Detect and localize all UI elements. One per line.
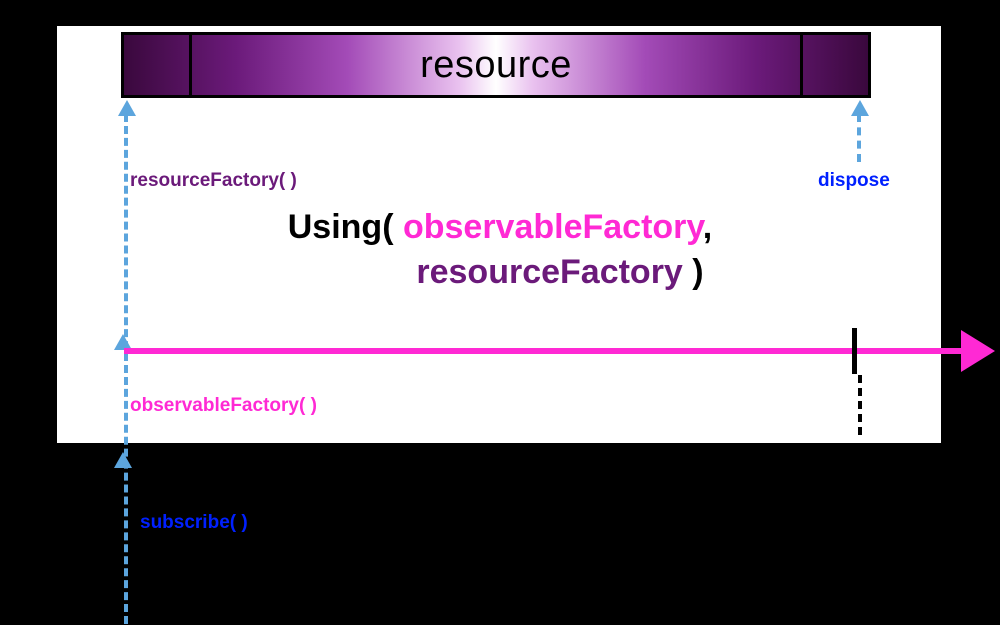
title-comma: , [703, 208, 712, 246]
label-subscribe: subscribe( ) [140, 512, 248, 534]
dispose-arrow-line [857, 114, 861, 162]
resource-bar-divider-right [800, 35, 803, 95]
label-dispose: dispose [818, 170, 890, 192]
label-resource-factory: resourceFactory( ) [130, 170, 297, 192]
arrow-up-icon [114, 452, 132, 468]
resource-label: resource [420, 44, 572, 87]
label-observable-factory: observableFactory( ) [130, 395, 317, 417]
resource-bar-divider-left [189, 35, 192, 95]
title-prefix: Using( [288, 208, 403, 246]
operator-title: Using( observableFactory, resourceFactor… [0, 208, 1000, 292]
post-complete-dash [858, 375, 862, 435]
title-arg2: resourceFactory [416, 253, 682, 291]
subscribe-arrow-line [124, 114, 128, 624]
diagram-canvas: resource resourceFactory( ) dispose Usin… [0, 0, 1000, 625]
title-suffix: ) [683, 253, 704, 291]
complete-tick [852, 328, 857, 374]
title-arg1: observableFactory [403, 208, 703, 246]
arrow-up-icon [851, 100, 869, 116]
arrow-up-icon [118, 100, 136, 116]
arrow-right-icon [961, 330, 995, 372]
observable-timeline [124, 348, 967, 354]
resource-bar: resource [121, 32, 871, 98]
